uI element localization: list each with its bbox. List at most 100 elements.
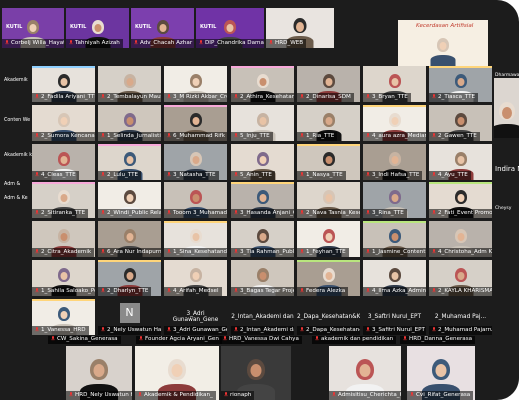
participant-tile[interactable]: 1_Jasmine_Content Wr [363,221,426,257]
participant-name-label: HRD_Vanessa Dwi Cahya [220,336,302,344]
participant-tile[interactable]: 4_Christoha_Adm Ke [429,221,492,257]
participant-tile[interactable]: 2_KAYLA KHARISMAN [429,260,492,296]
muted-mic-icon [138,392,142,397]
participant-tile[interactable]: 2_Nava Tasnia_Keseha [297,182,360,218]
participant-tile[interactable]: 2_Dharlyn_TTE [98,260,161,296]
participant-name-label: 3_Bryan_TTE [363,93,411,102]
participant-tile[interactable]: 2_Windi_Public Relation [98,182,161,218]
muted-mic-icon [51,336,55,341]
participant-name-label: CW_Sakina_Generasa [48,336,121,344]
participant-tile[interactable]: Tooom 3_Muhamad Da [164,182,227,218]
participant-name-label: 2_Nava Tasnia_Keseha [297,209,360,218]
participant-tile[interactable]: Admisitisu_Cherichta_Kredi [329,346,401,400]
participant-name-label: 2_Windi_Public Relation [98,209,161,218]
participant-tile[interactable]: HRD_Nely Uswatun Hasana [66,346,132,400]
participant-tile[interactable]: 5_Anin_TTE [231,144,294,180]
muted-mic-icon [35,288,39,293]
participant-tile[interactable]: 3_Natasha_TTE [164,144,227,180]
participant-tile[interactable]: 3_Bagas Tegar Project [231,260,294,296]
participant-tile[interactable]: 1_Nasya_TTE [297,144,360,180]
participant-tile[interactable]: 2_Citra_Akademik [32,221,95,257]
participant-tile-label[interactable]: Founder Agcia Aryani_Gen [136,336,222,344]
zoom-meeting-screenshot: KUTILCorbelj Willa_Hayatie AKUTILTahniya… [0,0,525,400]
muted-mic-icon [167,327,171,332]
muted-mic-icon [35,172,39,177]
participant-tile[interactable]: rionaph [221,346,291,400]
participant-name-label: 2_KAYLA KHARISMAN [429,287,492,296]
participant-tile[interactable]: 4_Ilma Azka_Adminis [363,260,426,296]
participant-name-label: 2_Tiasca_TTE [429,93,479,102]
participant-name-label: Admisitisu_Cherichta_Kredi [329,391,401,400]
participant-tile[interactable]: 3_M Rizki Akbar_Crea [164,66,227,102]
participant-tile[interactable]: 2_Fati_Event Promotion [429,182,492,218]
participant-tile[interactable]: 2_Tiasca_TTE [429,66,492,102]
participant-tile[interactable]: 2_Lulu_TTE [98,144,161,180]
participant-name-label: 2_Sumora Kencana [32,132,95,141]
participant-tile[interactable]: 3_Bryan_TTE [363,66,426,102]
participant-tile[interactable]: 2_Gawen_TTE [429,105,492,141]
participant-tile[interactable]: KUTIL DIP_Chandrika Damayant D [196,8,264,48]
participant-tile-label[interactable]: HRD_Vanessa Dwi Cahya [220,336,306,344]
participant-tile[interactable]: 2_Sumora Kencana [32,105,95,141]
participant-tile[interactable]: 3_Tia Rahman_Public [231,221,294,257]
participant-tile[interactable]: 3_Hasanda Anjani_Co [231,182,294,218]
muted-mic-icon [300,172,304,177]
participant-tile[interactable]: 2_Dinarisa_SDM [297,66,360,102]
participant-tile[interactable]: 5_Inju_TTE [231,105,294,141]
participant-name-label: 3_Indi Hafsa_TTE [363,171,423,180]
muted-mic-icon [101,288,105,293]
muted-mic-icon [432,249,436,254]
participant-name-display: 3_Saftri Nurul_EPT [367,314,422,320]
participant-name-label: 3_Natasha_TTE [164,171,219,180]
participant-tile[interactable] [494,78,519,138]
participant-tile[interactable]: 1_Sahila Saloako_Pen [32,260,95,296]
participant-tile[interactable]: KUTILCorbelj Willa_Hayatie A [2,8,64,48]
gallery-view: KUTILCorbelj Willa_Hayatie AKUTILTahniya… [0,0,519,400]
participant-tile[interactable]: Federa Alezka [297,260,360,296]
participant-name-label: 4_Arifah_Medsel [164,287,222,296]
participant-name-label: 4_Christoha_Adm Ke [429,248,492,257]
participant-tile[interactable]: KUTIL Adv_Chacah Azhar [131,8,194,48]
participant-tile-label[interactable]: CW_Sakina_Generasa [48,336,134,344]
participant-tile[interactable]: 3_Adri Gunawan_Gene 3_Adri Gunawan_Gen [164,299,227,335]
muted-mic-icon [432,94,436,99]
participant-tile[interactable]: 2_Intan_Akademi dan 2_Intan_Akademi dan [231,299,294,335]
participant-tile-label[interactable]: akademik dan pendidikan [312,336,398,344]
presentation-banner-tile[interactable]: Kecerdasan Artifisial [398,20,488,66]
participant-tile[interactable]: HRD_WEB [266,8,334,48]
participant-tile-label[interactable]: HRD_Danna_Generasa [400,336,486,344]
participant-tile[interactable]: 3_Rina_TTE [363,182,426,218]
participant-name-label: Tahniyah Azizah [66,39,123,48]
participant-name-label: 2_Fadila Ariyani_TTE [32,93,95,102]
participant-tile[interactable]: 4_aura azra_Mediar [363,105,426,141]
muted-mic-icon [234,210,238,215]
participant-tile[interactable]: 1_Sina_Kesehatanda [164,221,227,257]
muted-mic-icon [101,249,105,254]
participant-tile[interactable]: 1_Ria_TTE [297,105,360,141]
participant-tile[interactable]: 1_Selinda_Jurnalistik [98,105,161,141]
participant-tile[interactable]: 6_Muhammad Rifk Ba [164,105,227,141]
muted-mic-icon [167,210,171,215]
participant-tile[interactable]: 1_Vanessa_HRD [32,299,95,335]
participant-tile[interactable]: 3_Saftri Nurul_EPT 3_Safitri Nurul_EPT [363,299,426,335]
participant-tile[interactable]: 2_Dapa_Kesehatan&K 2_Dapa_Kesehatan&K [297,299,360,335]
participant-tile[interactable]: 2_Athira_Kesehatan [231,66,294,102]
participant-tile[interactable]: 4_Ayu_TTE [429,144,492,180]
participant-tile[interactable]: 2_Fadila Ariyani_TTE [32,66,95,102]
participant-tile[interactable]: Akademik & Pendidikan_ [135,346,219,400]
offscreen-participant-label: Adm & Ke [4,196,28,201]
participant-tile[interactable]: 3_Indi Hafsa_TTE [363,144,426,180]
participant-tile[interactable]: 2_Sitiranka_TTE [32,182,95,218]
participant-tile[interactable]: N 2_Nely Uswatun Hasa [98,299,161,335]
participant-name-label: 3_Tia Rahman_Public [231,248,294,257]
participant-tile[interactable]: 4_Cleas_TTE [32,144,95,180]
participant-tile[interactable]: Cvi_Rifat_Generasa [407,346,475,400]
offscreen-participant-label: Akademik k [4,153,32,158]
muted-mic-icon [300,94,304,99]
participant-tile[interactable]: 2_Muhamad Paj... 2_Muhamad Pajarrud [429,299,492,335]
participant-tile[interactable]: 2_Tembalayun Mautqo [98,66,161,102]
participant-tile[interactable]: 1_Feyhan_TTE [297,221,360,257]
participant-tile[interactable]: KUTIL Tahniyah Azizah [66,8,129,48]
participant-tile[interactable]: 4_Arifah_Medsel [164,260,227,296]
participant-tile[interactable]: 6_Ara Nur Indapurnat [98,221,161,257]
